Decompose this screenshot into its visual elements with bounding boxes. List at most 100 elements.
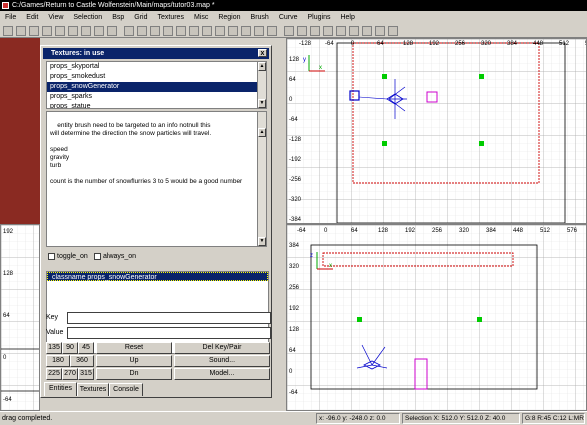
scroll-up-icon[interactable]: ▲: [258, 128, 266, 137]
camera-view-fragment: [0, 38, 40, 224]
list-item[interactable]: props_statue: [47, 102, 266, 108]
toolbar-button[interactable]: [16, 26, 26, 36]
entity-marker: [477, 317, 482, 322]
menu-misc[interactable]: Misc: [189, 11, 213, 24]
menu-plugins[interactable]: Plugins: [303, 11, 336, 24]
menu-brush[interactable]: Brush: [246, 11, 274, 24]
toolbar-button[interactable]: [3, 26, 13, 36]
status-selection: Selection X: 512.0 Y: 512.0 Z: 40.0: [402, 413, 520, 424]
tab-textures[interactable]: Textures: [77, 383, 109, 396]
entity-description: entity brush need to be targeted to an i…: [46, 111, 267, 247]
angle-135-button[interactable]: 135: [46, 342, 62, 354]
toolbar-button[interactable]: [297, 26, 307, 36]
menu-curve[interactable]: Curve: [274, 11, 303, 24]
menu-file[interactable]: File: [0, 11, 21, 24]
toolbar-button[interactable]: [349, 26, 359, 36]
scroll-down-icon[interactable]: ▼: [258, 99, 266, 108]
toolbar-button[interactable]: [107, 26, 117, 36]
angle-180-button[interactable]: 180: [46, 355, 70, 367]
toolbar-button[interactable]: [228, 26, 238, 36]
toolbar-button[interactable]: [202, 26, 212, 36]
toolbar-button[interactable]: [323, 26, 333, 36]
list-item-selected[interactable]: props_snowGenerator: [47, 82, 266, 92]
toolbar-button[interactable]: [176, 26, 186, 36]
always-on-checkbox[interactable]: always_on: [94, 252, 136, 261]
key-label: Key: [46, 314, 59, 321]
toolbar-button[interactable]: [388, 26, 398, 36]
bottom-left-tick-label: 192: [289, 306, 300, 312]
toolbar-button[interactable]: [68, 26, 78, 36]
top-left-tick-label: 128: [289, 57, 300, 63]
sound-button[interactable]: Sound...: [174, 355, 270, 367]
dn-button[interactable]: Dn: [96, 368, 172, 380]
toolbar: [0, 24, 587, 38]
toolbar-button[interactable]: [310, 26, 320, 36]
toolbar-button[interactable]: [241, 26, 251, 36]
toolbar-button[interactable]: [362, 26, 372, 36]
toolbar-button[interactable]: [137, 26, 147, 36]
model-button[interactable]: Model...: [174, 368, 270, 380]
angle-315-button[interactable]: 315: [78, 368, 94, 380]
description-text: entity brush need to be targeted to an i…: [50, 122, 243, 185]
menu-textures[interactable]: Textures: [152, 11, 188, 24]
toolbar-button[interactable]: [81, 26, 91, 36]
tab-entities[interactable]: Entities: [44, 382, 77, 396]
scroll-down-icon[interactable]: ▼: [258, 237, 266, 246]
menu-help[interactable]: Help: [335, 11, 359, 24]
menu-selection[interactable]: Selection: [68, 11, 107, 24]
toolbar-button[interactable]: [124, 26, 134, 36]
entity-class-list[interactable]: props_skyportal props_smokedust props_sn…: [46, 61, 267, 109]
toolbar-button[interactable]: [336, 26, 346, 36]
toolbar-button[interactable]: [150, 26, 160, 36]
angle-225-button[interactable]: 225: [46, 368, 62, 380]
menu-region[interactable]: Region: [213, 11, 245, 24]
yz-view-left[interactable]: 192 128 64 0 -64: [0, 224, 40, 411]
key-input[interactable]: [67, 312, 271, 324]
reset-button[interactable]: Reset: [96, 342, 172, 354]
toolbar-button[interactable]: [254, 26, 264, 36]
scroll-up-icon[interactable]: ▲: [258, 62, 266, 71]
del-keypair-button[interactable]: Del Key/Pair: [174, 342, 270, 354]
angle-90-button[interactable]: 90: [62, 342, 78, 354]
toolbar-button[interactable]: [189, 26, 199, 36]
xz-view-bottom[interactable]: x z -64 0 64 128 192 256 320 384 448 512 576 384 32…: [286, 224, 587, 411]
bottom-tick-label: 128: [378, 228, 389, 234]
title-bar: C:/Games/Return to Castle Wolfenstein/Ma…: [0, 0, 587, 11]
toolbar-button[interactable]: [163, 26, 173, 36]
toolbar-button[interactable]: [29, 26, 39, 36]
list-scrollbar[interactable]: ▲ ▼: [257, 62, 266, 108]
top-tick-label: 384: [507, 41, 518, 47]
xy-view-top[interactable]: -128-64064128192256320384448512576 12864…: [286, 38, 587, 224]
dialog-title: Textures: in use: [51, 50, 105, 57]
tab-console[interactable]: Console: [109, 383, 143, 396]
value-input[interactable]: [67, 327, 271, 339]
menu-bsp[interactable]: Bsp: [107, 11, 129, 24]
top-tick-label: 128: [403, 41, 414, 47]
toolbar-button[interactable]: [267, 26, 277, 36]
dialog-title-bar: Textures: in use x: [43, 48, 269, 59]
top-left-tick-label: -64: [289, 117, 298, 123]
menu-view[interactable]: View: [43, 11, 68, 24]
menu-edit[interactable]: Edit: [21, 11, 43, 24]
toggle-on-checkbox[interactable]: toggle_on: [48, 252, 88, 261]
toolbar-button[interactable]: [375, 26, 385, 36]
list-item[interactable]: props_sparks: [47, 92, 266, 102]
toolbar-button[interactable]: [284, 26, 294, 36]
list-item[interactable]: props_skyportal: [47, 62, 266, 72]
description-scrollbar[interactable]: ▲ ▼: [257, 112, 266, 246]
menu-grid[interactable]: Grid: [129, 11, 152, 24]
toolbar-button[interactable]: [42, 26, 52, 36]
up-button[interactable]: Up: [96, 355, 172, 367]
angle-270-button[interactable]: 270: [62, 368, 78, 380]
status-grid: G:8 R:45 C:12 L:MR: [522, 413, 585, 424]
angle-360-button[interactable]: 360: [70, 355, 94, 367]
status-message: drag completed.: [2, 415, 53, 422]
toolbar-button[interactable]: [215, 26, 225, 36]
close-icon[interactable]: x: [258, 49, 267, 57]
angle-45-button[interactable]: 45: [78, 342, 94, 354]
toolbar-button[interactable]: [55, 26, 65, 36]
toolbar-button[interactable]: [94, 26, 104, 36]
bottom-left-tick-label: 128: [289, 327, 300, 333]
key-value-row[interactable]: classname props_snowGenerator: [47, 272, 268, 281]
list-item[interactable]: props_smokedust: [47, 72, 266, 82]
